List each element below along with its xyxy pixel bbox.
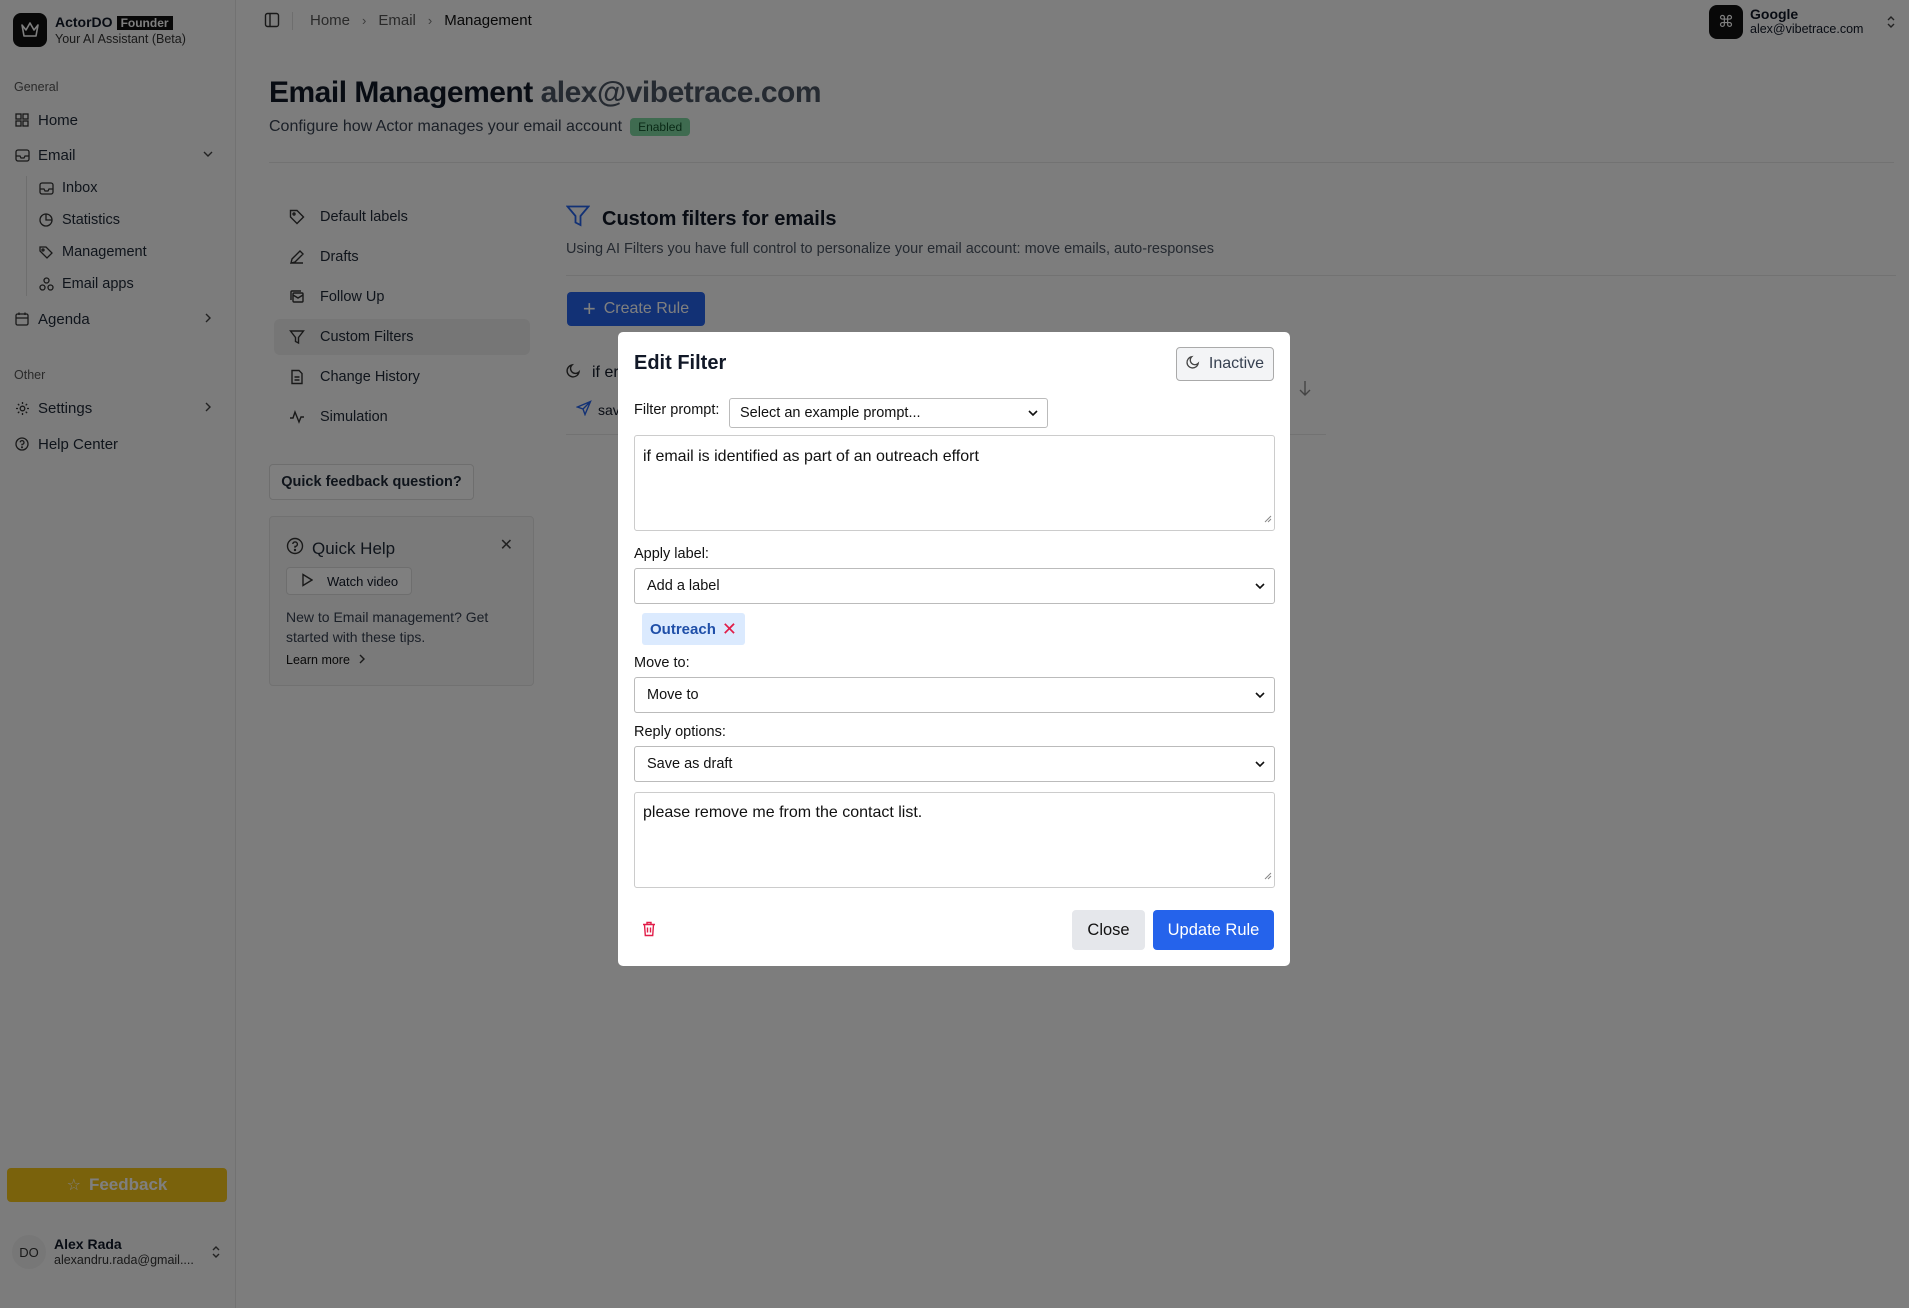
reply-text-textarea[interactable]: please remove me from the contact list. xyxy=(634,792,1275,888)
update-rule-button[interactable]: Update Rule xyxy=(1153,910,1274,950)
label-chip: Outreach ✕ xyxy=(642,613,745,645)
edit-filter-dialog: Edit Filter Inactive Filter prompt: Sele… xyxy=(618,332,1290,966)
reply-options-label: Reply options: xyxy=(634,724,726,740)
move-to-value: Move to xyxy=(647,687,699,703)
chevron-down-icon xyxy=(1254,758,1266,774)
status-toggle-button[interactable]: Inactive xyxy=(1176,347,1274,381)
reply-options-select[interactable]: Save as draft xyxy=(634,746,1275,782)
move-to-label: Move to: xyxy=(634,655,690,671)
close-button[interactable]: Close xyxy=(1072,910,1145,950)
remove-label-icon[interactable]: ✕ xyxy=(722,619,737,640)
moon-icon xyxy=(1186,354,1201,374)
apply-label-select[interactable]: Add a label xyxy=(634,568,1275,604)
filter-prompt-label: Filter prompt: xyxy=(634,402,720,418)
reply-options-value: Save as draft xyxy=(647,756,733,772)
apply-label-value: Add a label xyxy=(647,578,720,594)
status-toggle-label: Inactive xyxy=(1208,355,1265,372)
dialog-title: Edit Filter xyxy=(634,352,727,374)
apply-label-label: Apply label: xyxy=(634,546,709,562)
resize-handle-icon[interactable] xyxy=(1263,510,1272,528)
example-prompt-value: Select an example prompt... xyxy=(740,405,921,421)
resize-handle-icon[interactable] xyxy=(1263,867,1272,885)
filter-prompt-textarea[interactable]: if email is identified as part of an out… xyxy=(634,435,1275,531)
chevron-down-icon xyxy=(1254,689,1266,705)
label-chip-text: Outreach xyxy=(650,620,716,638)
chevron-down-icon xyxy=(1027,407,1039,423)
delete-rule-icon[interactable] xyxy=(642,921,656,942)
example-prompt-select[interactable]: Select an example prompt... xyxy=(729,398,1048,428)
reply-text: please remove me from the contact list. xyxy=(643,804,923,821)
filter-prompt-text: if email is identified as part of an out… xyxy=(643,448,979,465)
chevron-down-icon xyxy=(1254,580,1266,596)
move-to-select[interactable]: Move to xyxy=(634,677,1275,713)
